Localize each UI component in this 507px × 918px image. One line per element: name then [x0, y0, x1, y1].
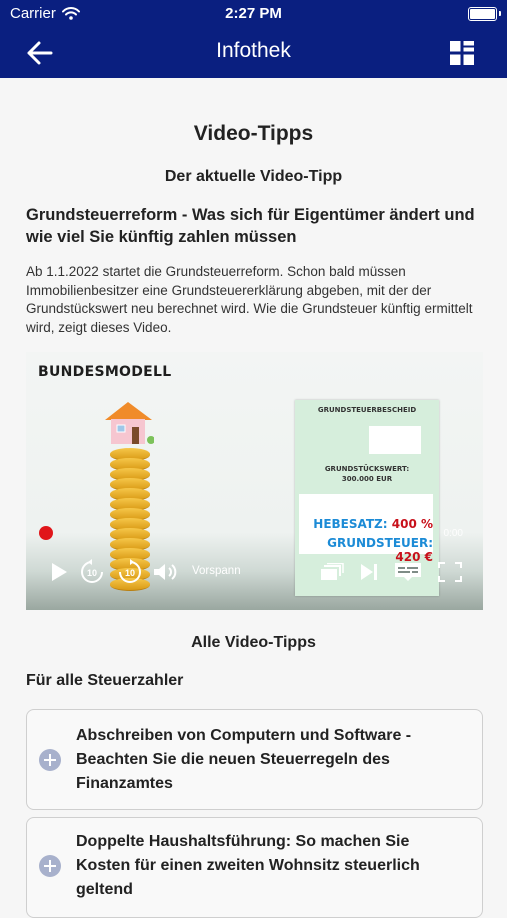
skip-forward-button[interactable]: 10 [116, 552, 144, 592]
expand-plus-icon [39, 749, 61, 771]
dashboard-grid-icon[interactable] [450, 41, 474, 65]
skip-back-seconds: 10 [87, 568, 97, 578]
article-title: Grundsteuerreform - Was sich für Eigentü… [26, 206, 475, 246]
article-description: Ab 1.1.2022 startet die Grundsteuerrefor… [26, 264, 473, 335]
record-indicator-icon [39, 526, 53, 540]
hebesatz-value: 400 % [391, 517, 433, 531]
property-value: 300.000 EUR [341, 475, 393, 483]
skip-back-button[interactable]: 10 [78, 552, 106, 592]
playlist-button[interactable] [318, 552, 346, 592]
section-heading: Für alle Steuerzahler [26, 672, 184, 689]
tip-list-item[interactable]: Doppelte Haushaltsführung: So machen Sie… [26, 817, 483, 918]
subtitles-button[interactable] [392, 552, 424, 592]
hebesatz-row: HEBESATZ: 400 % [299, 517, 433, 531]
tax-notice-box [369, 426, 421, 454]
video-controls: 10 10 Vorspann [26, 552, 483, 592]
next-icon [361, 564, 377, 580]
playlist-icon [321, 563, 344, 580]
video-overlay-label: BUNDESMODELL [38, 364, 172, 380]
nav-title: Infothek [216, 39, 291, 62]
battery-icon [468, 7, 501, 21]
status-time: 2:27 PM [225, 5, 282, 22]
subtitles-icon [395, 563, 421, 581]
house-illustration [105, 402, 154, 444]
fullscreen-icon [438, 562, 462, 582]
hebesatz-label: HEBESATZ: [313, 517, 388, 531]
expand-plus-icon [39, 855, 61, 877]
all-tips-heading: Alle Video-Tipps [191, 634, 316, 651]
tax-notice-heading: GRUNDSTEUERBESCHEID [317, 406, 417, 414]
skip-back-icon: 10 [81, 559, 103, 583]
current-tip-heading: Der aktuelle Video-Tipp [164, 168, 343, 185]
top-bar: Carrier 2:27 PM Infothek [0, 0, 507, 78]
property-value-label: GRUNDSTÜCKSWERT: [324, 465, 410, 473]
tip-title: Doppelte Haushaltsführung: So machen Sie… [76, 833, 420, 898]
video-player[interactable]: BUNDESMODELL GRUNDSTEUERBESCHEID GRUNDST… [26, 352, 483, 610]
chapter-label[interactable]: Vorspann [192, 565, 241, 577]
tip-title: Abschreiben von Computern und Software -… [76, 727, 412, 792]
tip-list-item[interactable]: Abschreiben von Computern und Software -… [26, 709, 483, 810]
volume-icon [154, 564, 177, 580]
next-button[interactable] [356, 552, 382, 592]
play-button[interactable] [46, 552, 72, 592]
skip-forward-seconds: 10 [125, 568, 135, 578]
video-time: 0:00 [443, 528, 463, 539]
play-icon [52, 563, 67, 581]
volume-button[interactable] [151, 552, 181, 592]
property-value-text: GRUNDSTÜCKSWERT: 300.000 EUR [295, 464, 439, 484]
page-title: Video-Tipps [193, 122, 314, 145]
skip-forward-icon: 10 [119, 559, 141, 583]
fullscreen-button[interactable] [436, 552, 464, 592]
grundsteuer-label: GRUNDSTEUER: [327, 536, 433, 550]
